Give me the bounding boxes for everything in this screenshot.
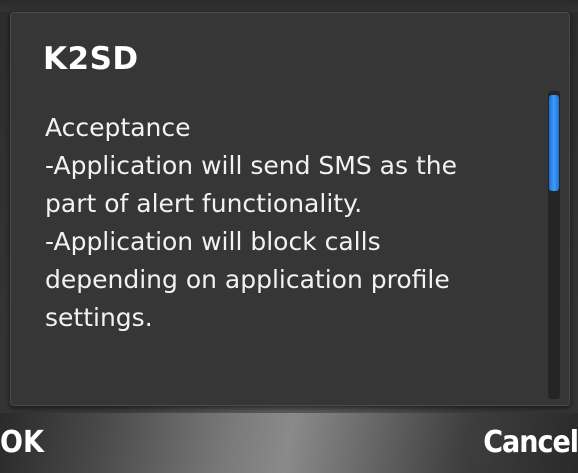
phone-screen: K2SD Acceptance -Application will send S… [0, 0, 578, 473]
scrollbar-thumb[interactable] [549, 95, 559, 191]
message-line: -Application will send SMS as the [45, 151, 457, 180]
query-dialog: K2SD Acceptance -Application will send S… [10, 12, 570, 406]
ok-softkey[interactable]: OK [0, 425, 44, 460]
message-line: part of alert functionality. [45, 189, 363, 218]
message-line: -Application will block calls [45, 227, 381, 256]
message-line: depending on application profile [45, 265, 450, 294]
scrollbar-track[interactable] [548, 91, 560, 399]
dialog-message: Acceptance -Application will send SMS as… [45, 109, 525, 337]
message-line: settings. [45, 303, 153, 332]
dialog-title: K2SD [43, 41, 139, 77]
softkey-bar: OK Cancel [0, 413, 578, 473]
message-line: Acceptance [45, 113, 191, 142]
cancel-softkey[interactable]: Cancel [483, 425, 578, 460]
status-strip [0, 0, 578, 12]
